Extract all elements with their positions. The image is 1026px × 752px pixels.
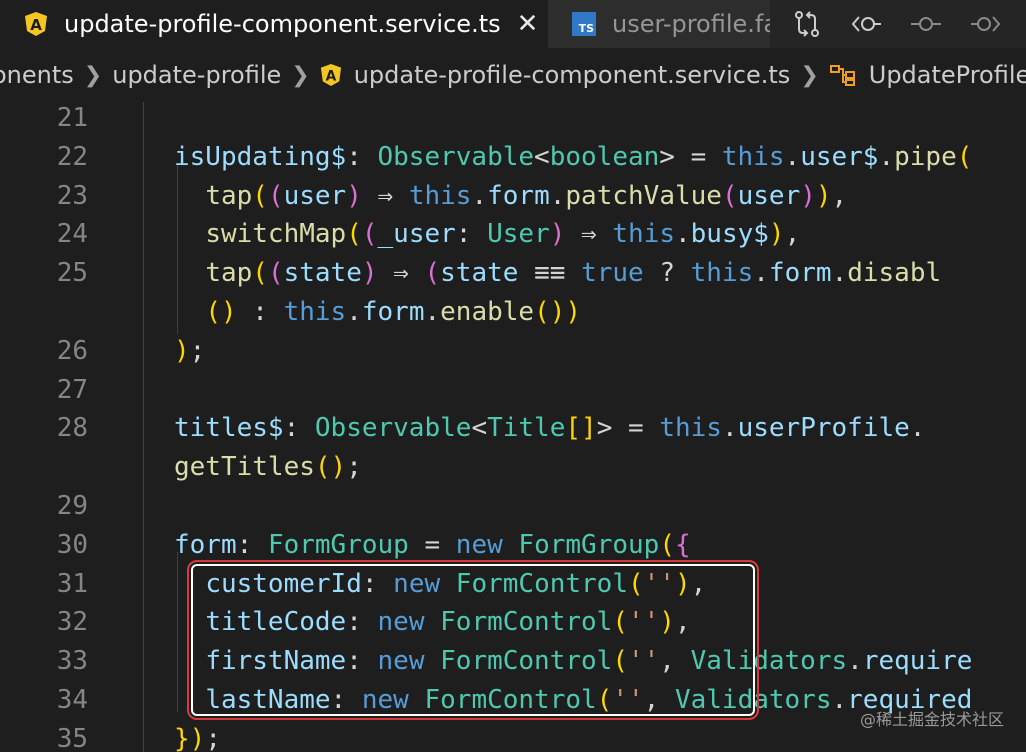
code-line: isUpdating$: Observable<boolean> = this.…	[174, 141, 973, 172]
chevron-right-icon: ❯	[800, 62, 819, 88]
breadcrumb: onents ❯ update-profile ❯ A update-profi…	[0, 48, 1026, 102]
code-line: form: FormGroup = new FormGroup({	[174, 529, 691, 560]
code-line: tap((user) ⇒ this.form.patchValue(user))…	[205, 180, 848, 211]
line-number: 24	[56, 219, 88, 250]
class-icon	[829, 63, 857, 87]
breadcrumb-item: update-profile-component.service.ts	[353, 61, 791, 89]
line-number: 29	[56, 491, 88, 521]
line-number	[0, 448, 88, 487]
svg-text:A: A	[30, 16, 42, 34]
breadcrumb-item: UpdateProfileC	[868, 61, 1026, 89]
code-line: );	[174, 335, 206, 366]
line-number: 30	[56, 529, 88, 560]
code-line: titles$: Observable<Title[]> = this.user…	[174, 413, 926, 444]
close-icon[interactable]: ✕	[517, 9, 539, 39]
line-number: 23	[56, 180, 88, 211]
code-line: () : this.form.enable())	[205, 297, 582, 327]
indent-guide	[143, 102, 144, 752]
code-line: switchMap((_user: User) ⇒ this.busy$),	[205, 219, 801, 250]
tab-bar: A update-profile-component.service.ts ✕ …	[0, 0, 1026, 48]
breadcrumb-item[interactable]: update-profile	[112, 61, 281, 89]
angular-icon: A	[320, 63, 342, 87]
line-number: 33	[56, 646, 88, 677]
line-number: 32	[56, 607, 88, 638]
line-number: 25	[56, 258, 88, 289]
editor-actions	[770, 0, 1026, 48]
line-number: 22	[56, 141, 88, 172]
line-number: 26	[56, 335, 88, 366]
svg-text:A: A	[325, 69, 336, 85]
chevron-right-icon: ❯	[83, 62, 103, 88]
highlight-box	[187, 560, 759, 720]
tab-user-profile[interactable]: TS user-profile.fa	[548, 0, 770, 48]
line-number: 31	[56, 568, 88, 599]
timeline-icon[interactable]	[910, 9, 942, 39]
code-editor[interactable]: 21 22 23 24 25 26 27 28 29 30 31 32 33 3…	[0, 102, 1026, 752]
tab-label: update-profile-component.service.ts	[64, 10, 501, 38]
breadcrumb-item[interactable]: onents	[0, 61, 74, 89]
code-line: });	[174, 723, 221, 752]
line-number: 27	[56, 374, 88, 405]
line-number: 35	[56, 723, 88, 752]
typescript-icon: TS	[572, 12, 596, 36]
angular-icon: A	[24, 11, 48, 37]
code-line: tap((state) ⇒ (state ≡≡ true ? this.form…	[205, 258, 942, 289]
line-number: 34	[56, 685, 88, 715]
code-line: getTitles();	[174, 452, 362, 483]
watermark: @稀土掘金技术社区	[859, 710, 1004, 729]
breadcrumb-file[interactable]: A update-profile-component.service.ts	[320, 61, 791, 89]
line-number: 28	[56, 413, 88, 444]
tab-update-profile-service[interactable]: A update-profile-component.service.ts ✕	[0, 0, 548, 48]
go-forward-icon[interactable]	[970, 9, 1002, 39]
breadcrumb-symbol[interactable]: UpdateProfileC	[829, 61, 1026, 89]
line-number	[0, 293, 88, 332]
chevron-right-icon: ❯	[291, 62, 310, 88]
compare-changes-icon[interactable]	[792, 9, 822, 39]
line-number: 21	[56, 103, 88, 133]
go-back-icon[interactable]	[850, 9, 882, 39]
tab-label: user-profile.fa	[612, 10, 770, 38]
